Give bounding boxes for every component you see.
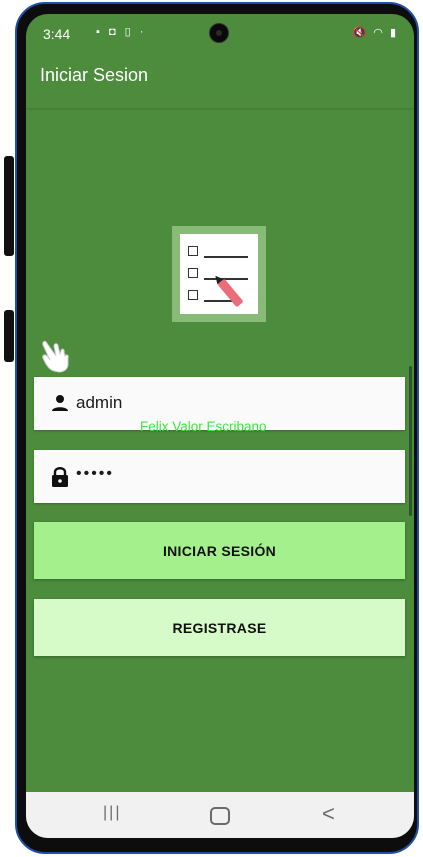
lock-icon — [50, 466, 70, 487]
checklist-icon — [180, 234, 258, 314]
username-input[interactable]: admin — [76, 393, 122, 413]
checklist-line — [204, 256, 248, 258]
notification-icons: ▪ ◘ ▯ · — [96, 26, 147, 38]
power-button — [4, 310, 14, 362]
password-field[interactable]: ••••• — [34, 450, 405, 503]
home-icon[interactable] — [210, 807, 230, 825]
checklist-line — [204, 300, 232, 302]
app-bar: Iniciar Sesion — [26, 54, 414, 110]
status-bar: 3:44 ▪ ◘ ▯ · 🔇 ◠ ▮ — [26, 14, 414, 54]
page-title: Iniciar Sesion — [40, 65, 149, 85]
recent-apps-icon[interactable]: ||| — [103, 804, 121, 822]
checklist-row — [188, 288, 252, 306]
front-camera — [209, 23, 229, 43]
checkbox-icon — [188, 246, 198, 256]
checkbox-icon — [188, 268, 198, 278]
checklist-line — [204, 278, 248, 280]
checkbox-icon — [188, 290, 198, 300]
system-status-icons: 🔇 ◠ ▮ — [352, 27, 398, 39]
back-icon[interactable]: < — [322, 801, 335, 827]
password-input[interactable]: ••••• — [76, 465, 114, 483]
app-bar-divider — [26, 108, 414, 111]
scrollbar — [409, 366, 412, 516]
checklist-row — [188, 244, 252, 262]
status-time: 3:44 — [43, 26, 71, 42]
volume-button — [4, 156, 14, 256]
author-watermark: Felix Valor Escribano — [140, 419, 267, 434]
pointer-hand-icon — [40, 338, 78, 382]
app-screen: 3:44 ▪ ◘ ▯ · 🔇 ◠ ▮ Iniciar Sesion admin … — [26, 14, 414, 838]
login-button[interactable]: INICIAR SESIÓN — [34, 522, 405, 579]
app-logo — [172, 226, 266, 322]
system-nav-bar: ||| < — [26, 792, 414, 838]
register-button[interactable]: REGISTRASE — [34, 599, 405, 656]
person-icon — [50, 393, 70, 413]
